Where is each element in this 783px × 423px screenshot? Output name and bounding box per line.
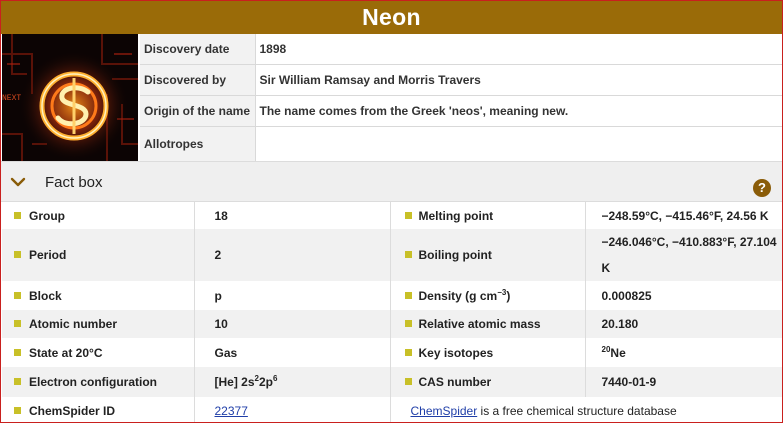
fact-value: 2	[194, 229, 391, 281]
factbox-toggle[interactable]: Fact box ?	[1, 161, 782, 202]
fact-value: 20.180	[585, 310, 782, 338]
fact-label: Density (g cm−3)	[390, 281, 586, 310]
chevron-down-icon	[10, 177, 26, 187]
table-row: State at 20°C Gas Key isotopes 20Ne	[2, 338, 782, 367]
bullet-icon	[14, 378, 21, 385]
fact-value: Gas	[194, 338, 391, 367]
table-row: Electron configuration [He] 2s22p6 CAS n…	[2, 367, 782, 397]
fact-value: −246.046°C, −410.883°F, 27.104 K	[585, 229, 782, 281]
bullet-icon	[14, 320, 21, 327]
info-label: Discovered by	[140, 64, 256, 96]
chemspider-id-link[interactable]: 22377	[215, 404, 248, 418]
help-icon[interactable]: ?	[753, 179, 771, 197]
fact-value: 10	[194, 310, 391, 338]
fact-value: [He] 2s22p6	[194, 367, 391, 397]
bullet-icon	[14, 291, 21, 299]
bullet-icon	[14, 211, 21, 219]
info-value: Sir William Ramsay and Morris Travers	[255, 64, 782, 96]
bullet-icon	[404, 348, 412, 356]
bullet-icon	[404, 211, 412, 219]
fact-label: Melting point	[390, 202, 586, 229]
table-row: Group 18 Melting point −248.59°C, −415.4…	[2, 202, 782, 229]
neon-sign-image: NEXT	[2, 34, 138, 161]
fact-label: CAS number	[390, 367, 586, 397]
bullet-icon	[404, 291, 412, 299]
bullet-icon	[14, 348, 21, 356]
svg-text:NEXT: NEXT	[2, 94, 21, 103]
table-row: Period 2 Boiling point −246.046°C, −410.…	[2, 229, 782, 281]
fact-table: Group 18 Melting point −248.59°C, −415.4…	[2, 202, 782, 422]
fact-label: Boiling point	[390, 229, 586, 281]
element-title: Neon	[1, 1, 782, 34]
bullet-icon	[404, 378, 412, 385]
info-label: Allotropes	[140, 126, 256, 162]
fact-label: Period	[2, 229, 195, 281]
fact-value: 18	[194, 202, 391, 229]
fact-value: −248.59°C, −415.46°F, 24.56 K	[601, 208, 769, 223]
info-label: Discovery date	[140, 34, 256, 65]
info-value: The name comes from the Greek 'neos', me…	[255, 95, 782, 127]
fact-value: 7440-01-9	[585, 367, 782, 397]
info-value	[255, 126, 782, 162]
fact-value: p	[194, 281, 391, 310]
table-row: Atomic number 10 Relative atomic mass 20…	[2, 310, 782, 338]
bullet-icon	[404, 251, 412, 258]
fact-label: ChemSpider ID	[2, 397, 195, 422]
factbox-title: Fact box	[45, 174, 103, 191]
fact-value: 0.000825	[601, 288, 652, 303]
info-label: Origin of the name	[140, 95, 256, 127]
fact-value: 22377	[194, 397, 391, 422]
fact-label: State at 20°C	[2, 338, 195, 367]
discovery-info-table: Discovery date 1898 Discovered by Sir Wi…	[140, 34, 782, 162]
chemspider-link[interactable]: ChemSpider	[411, 404, 478, 418]
bullet-icon	[404, 320, 412, 327]
bullet-icon	[14, 251, 21, 258]
fact-value: 20Ne	[601, 344, 626, 360]
fact-label: Relative atomic mass	[390, 310, 586, 338]
fact-label: Key isotopes	[390, 338, 586, 367]
table-row: ChemSpider ID 22377 ChemSpider is a free…	[2, 397, 782, 422]
bullet-icon	[14, 406, 21, 414]
fact-label: Atomic number	[2, 310, 195, 338]
element-card: Neon NEXT Discovery date 1898 Discovered…	[0, 0, 783, 423]
fact-label: Block	[2, 281, 195, 310]
fact-label: Group	[2, 202, 195, 229]
info-value: 1898	[255, 34, 782, 65]
chemspider-note: ChemSpider is a free chemical structure …	[410, 403, 677, 418]
fact-label: Electron configuration	[2, 367, 195, 397]
table-row: Block p Density (g cm−3) 0.000825	[2, 281, 782, 310]
